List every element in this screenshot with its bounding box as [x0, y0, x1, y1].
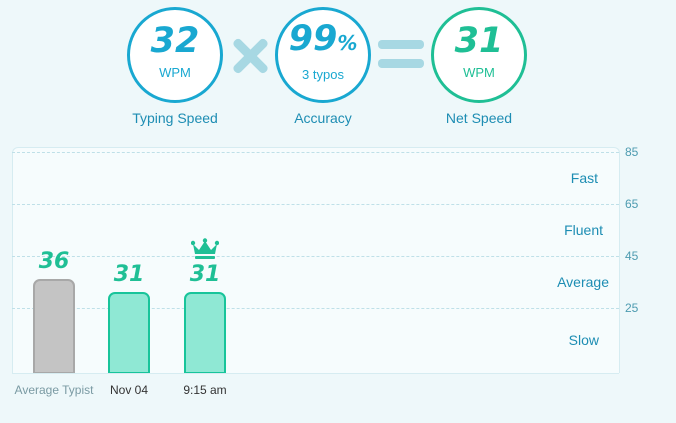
- gridline-25: [12, 308, 619, 309]
- typos-count: 3 typos: [302, 67, 344, 82]
- x-label-average-typist: Average Typist: [14, 383, 94, 397]
- bar-average-typist: [33, 279, 75, 374]
- y-tick-85: 85: [625, 145, 639, 159]
- gridline-85: [12, 152, 619, 153]
- typing-speed-unit: WPM: [159, 65, 191, 80]
- typing-speed-caption: Typing Speed: [132, 110, 218, 126]
- net-speed-caption: Net Speed: [445, 110, 513, 126]
- y-tick-25: 25: [625, 301, 639, 315]
- accuracy-stat: 99% 3 typos Accuracy: [275, 7, 371, 126]
- zone-slow-label: Slow: [568, 332, 599, 348]
- accuracy-circle: 99% 3 typos: [275, 7, 371, 103]
- net-speed-value: 31: [454, 21, 504, 61]
- zone-average-label: Average: [557, 274, 609, 290]
- times-icon: [231, 37, 270, 75]
- zone-fast-label: Fast: [570, 170, 598, 186]
- typing-speed-value: 32: [150, 21, 200, 61]
- typing-speed-circle: 32 WPM: [127, 7, 223, 103]
- accuracy-value-wrap: 99%: [289, 20, 358, 62]
- bar-nov-04: [108, 292, 150, 374]
- crown-icon: [191, 238, 219, 259]
- zone-fluent-label: Fluent: [564, 222, 603, 238]
- net-speed-stat: 31 WPM Net Speed: [431, 7, 527, 126]
- y-tick-65: 65: [625, 197, 639, 211]
- accuracy-percent: %: [337, 31, 358, 55]
- x-label-nov-04: Nov 04: [109, 383, 149, 397]
- typing-speed-stat: 32 WPM Typing Speed: [127, 7, 223, 126]
- chart-baseline: [12, 373, 619, 374]
- value-label-nov-04: 31: [113, 262, 145, 288]
- bar-9-15-am: [184, 292, 226, 374]
- y-tick-45: 45: [625, 249, 639, 263]
- value-label-9-15-am: 31: [189, 262, 221, 288]
- equals-icon: [378, 40, 424, 70]
- net-speed-unit: WPM: [463, 65, 495, 80]
- gridline-65: [12, 204, 619, 205]
- value-label-average-typist: 36: [38, 249, 70, 275]
- gridline-45: [12, 256, 619, 257]
- x-label-9-15-am: 9:15 am: [183, 383, 227, 397]
- accuracy-caption: Accuracy: [294, 110, 352, 126]
- net-speed-circle: 31 WPM: [431, 7, 527, 103]
- accuracy-value: 99: [288, 19, 338, 59]
